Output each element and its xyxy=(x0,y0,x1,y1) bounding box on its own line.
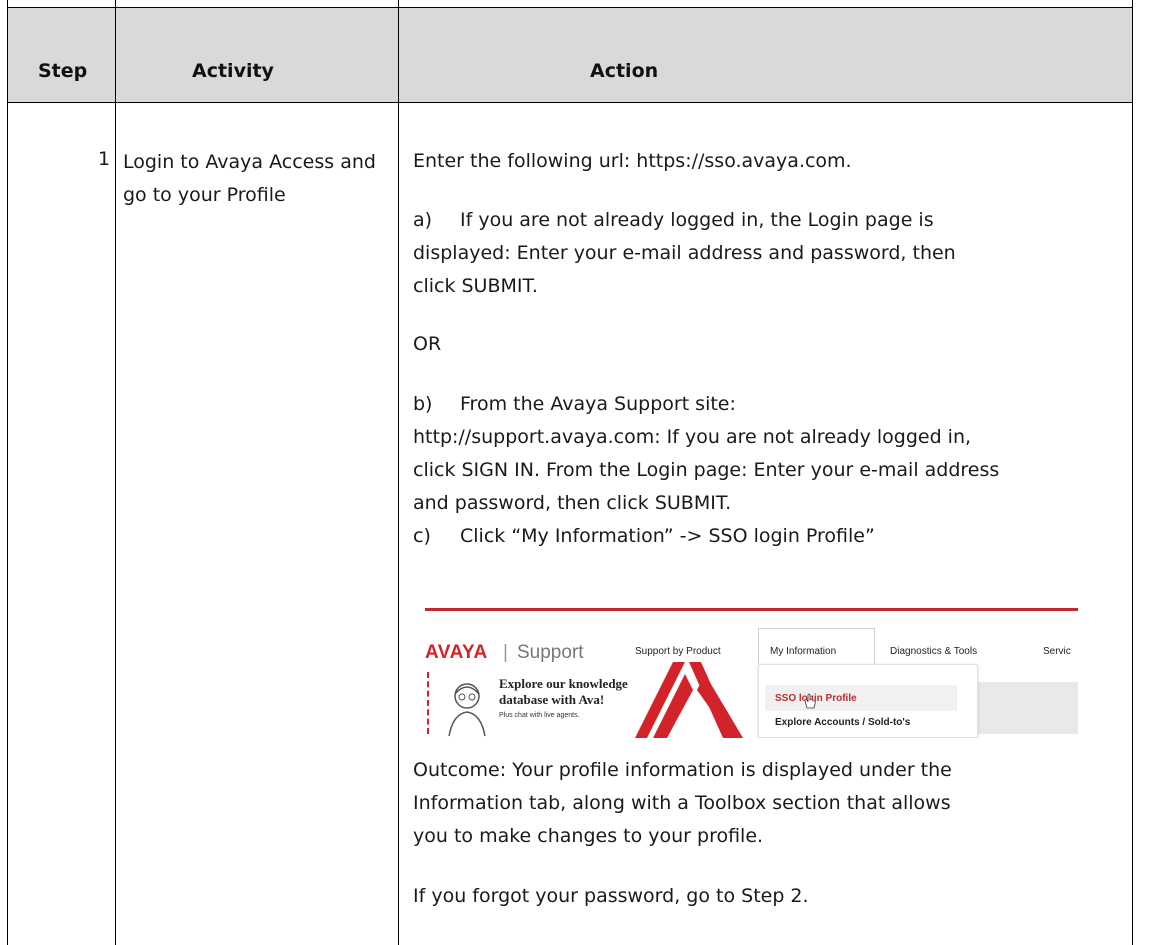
activity-text: Login to Avaya Access and go to your Pro… xyxy=(123,151,376,206)
support-site-screenshot: AVAYA | Support Support by Product My In… xyxy=(425,608,1078,738)
screenshot-top-bar xyxy=(425,608,1078,611)
dropdown-item-explore-accounts[interactable]: Explore Accounts / Sold-to's xyxy=(775,717,910,728)
hand-cursor-icon xyxy=(804,693,816,709)
action-c-text: Click “My Information” -> SSO login Prof… xyxy=(460,525,875,547)
nav-support-by-product: Support by Product xyxy=(635,646,721,657)
column-divider-step xyxy=(115,0,116,945)
decorative-dashed-line xyxy=(427,672,429,734)
page-background-panel xyxy=(978,682,1078,734)
nav-services: Servic xyxy=(1043,646,1071,657)
ava-promo-title: Explore our knowledge database with Ava! xyxy=(499,676,628,708)
ava-avatar-icon xyxy=(448,683,486,737)
logo-subtitle: Support xyxy=(517,642,584,663)
action-intro: Enter the following url: https://sso.ava… xyxy=(413,150,852,172)
action-b-line1: b) From the Avaya Support site: xyxy=(413,388,1133,421)
action-c-line1: c) Click “My Information” -> SSO login Pr… xyxy=(413,520,1133,553)
instruction-table: Step Activity Action 1 Login to Avaya Ac… xyxy=(0,0,1160,945)
logo-separator: | xyxy=(503,642,508,663)
action-b-line4: and password, then click SUBMIT. xyxy=(413,492,732,514)
action-a-line1: a) If you are not already logged in, the … xyxy=(413,204,1133,237)
forgot-password-note: If you forgot your password, go to Step … xyxy=(413,885,809,907)
action-or: OR xyxy=(413,333,442,355)
my-information-dropdown: SSO login Profile Explore Accounts / Sol… xyxy=(758,664,978,738)
action-a-text: If you are not already logged in, the Lo… xyxy=(460,209,934,231)
action-b-line3: click SIGN IN. From the Login page: Ente… xyxy=(413,459,1000,481)
action-a-label: a) xyxy=(413,209,433,231)
table-header-row xyxy=(7,7,1132,102)
avaya-a-graphic-icon xyxy=(635,662,743,738)
ava-promo-title-line2: database with Ava! xyxy=(499,692,605,707)
outcome-line3: you to make changes to your profile. xyxy=(413,825,764,847)
header-step: Step xyxy=(38,60,88,82)
header-divider xyxy=(7,102,1133,103)
outcome-line2: Information tab, along with a Toolbox se… xyxy=(413,792,951,814)
step-number: 1 xyxy=(98,148,111,170)
action-a-line3: click SUBMIT. xyxy=(413,275,538,297)
header-action: Action xyxy=(590,60,659,82)
ava-promo-subtitle: Plus chat with live agents. xyxy=(499,712,580,719)
action-b-label: b) xyxy=(413,393,433,415)
table-border-left xyxy=(7,0,8,945)
action-b-text: From the Avaya Support site: xyxy=(460,393,736,415)
outcome-line1: Outcome: Your profile information is dis… xyxy=(413,759,952,781)
action-a-line2: displayed: Enter your e-mail address and… xyxy=(413,242,956,264)
avaya-logo: AVAYA xyxy=(425,642,488,663)
header-activity: Activity xyxy=(192,60,274,82)
nav-diagnostics-tools: Diagnostics & Tools xyxy=(890,646,978,657)
action-b-line2: http://support.avaya.com: If you are not… xyxy=(413,426,972,448)
ava-promo-title-line1: Explore our knowledge xyxy=(499,676,628,691)
table-border-top xyxy=(7,7,1133,8)
nav-my-information: My Information xyxy=(770,646,837,657)
action-c-label: c) xyxy=(413,525,431,547)
column-divider-activity xyxy=(398,0,399,945)
